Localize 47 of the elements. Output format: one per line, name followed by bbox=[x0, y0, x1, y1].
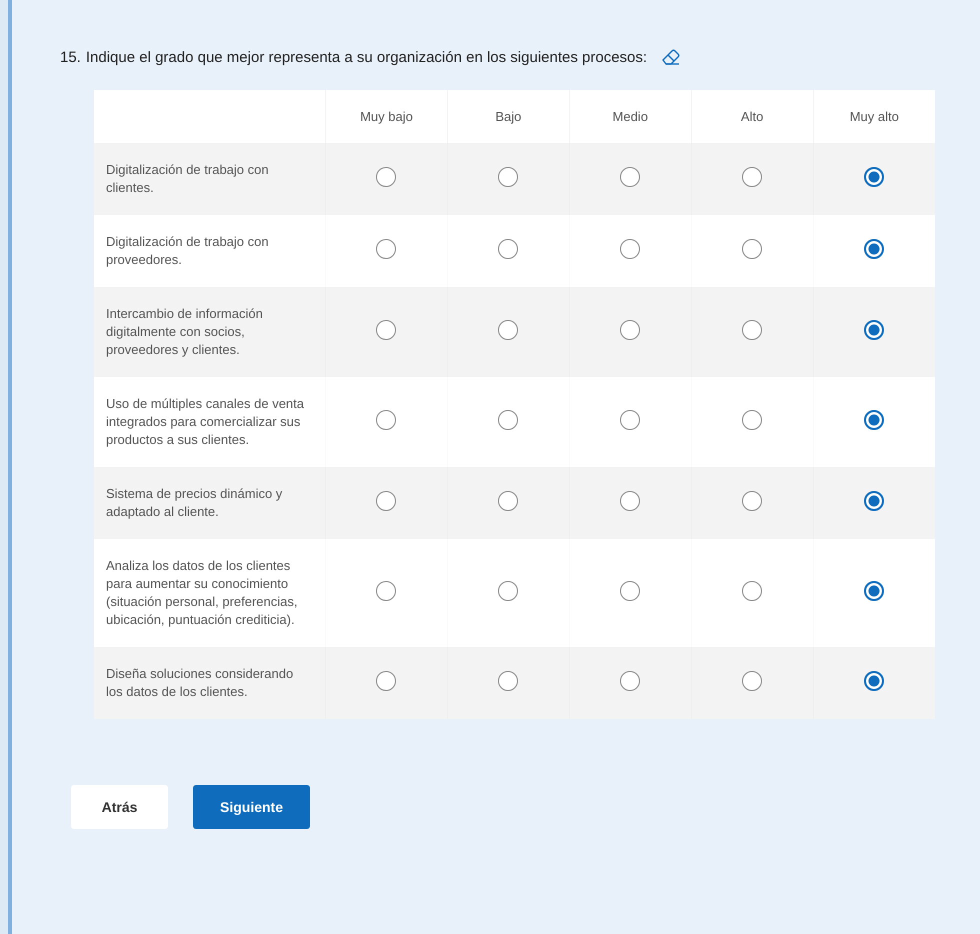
radio-button[interactable] bbox=[376, 670, 396, 690]
radio-button[interactable] bbox=[864, 410, 884, 430]
radio-button[interactable] bbox=[864, 670, 884, 690]
radio-button[interactable] bbox=[498, 410, 518, 430]
next-button[interactable]: Siguiente bbox=[193, 785, 310, 829]
radio-button[interactable] bbox=[620, 410, 640, 430]
radio-button[interactable] bbox=[620, 320, 640, 340]
radio-button[interactable] bbox=[498, 238, 518, 258]
radio-button[interactable] bbox=[742, 490, 762, 510]
radio-button[interactable] bbox=[864, 238, 884, 258]
row-label: Uso de múltiples canales de venta integrados para comercializar sus productos a sus clientes. bbox=[94, 377, 326, 467]
radio-button[interactable] bbox=[864, 580, 884, 600]
radio-button[interactable] bbox=[742, 670, 762, 690]
question-text: Indique el grado que mejor representa a su organización en los siguientes procesos: bbox=[86, 48, 648, 66]
radio-button[interactable] bbox=[498, 670, 518, 690]
eraser-icon[interactable] bbox=[660, 47, 682, 67]
radio-button[interactable] bbox=[376, 580, 396, 600]
radio-button[interactable] bbox=[498, 166, 518, 186]
row-label: Sistema de precios dinámico y adaptado al cliente. bbox=[94, 467, 326, 539]
radio-button[interactable] bbox=[742, 320, 762, 340]
radio-button[interactable] bbox=[742, 166, 762, 186]
row-label: Digitalización de trabajo con clientes. bbox=[94, 143, 326, 215]
radio-button[interactable] bbox=[376, 166, 396, 186]
radio-button[interactable] bbox=[620, 166, 640, 186]
row-label: Analiza los datos de los clientes para aumentar su conocimiento (situación personal, preferencias, ubicación, puntuación crediticia). bbox=[94, 539, 326, 647]
radio-button[interactable] bbox=[376, 410, 396, 430]
radio-button[interactable] bbox=[864, 320, 884, 340]
radio-button[interactable] bbox=[864, 166, 884, 186]
radio-button[interactable] bbox=[742, 238, 762, 258]
radio-button[interactable] bbox=[620, 238, 640, 258]
row-label: Intercambio de información digitalmente con socios, proveedores y clientes. bbox=[94, 287, 326, 377]
radio-button[interactable] bbox=[742, 410, 762, 430]
radio-button[interactable] bbox=[620, 490, 640, 510]
radio-button[interactable] bbox=[498, 490, 518, 510]
radio-button[interactable] bbox=[742, 580, 762, 600]
radio-button[interactable] bbox=[376, 490, 396, 510]
row-label: Digitalización de trabajo con proveedores. bbox=[94, 215, 326, 287]
radio-button[interactable] bbox=[620, 580, 640, 600]
back-button[interactable]: Atrás bbox=[71, 785, 168, 829]
radio-button[interactable] bbox=[864, 490, 884, 510]
radio-button[interactable] bbox=[498, 320, 518, 340]
row-label: Diseña soluciones considerando los datos de los clientes. bbox=[94, 647, 326, 719]
radio-button[interactable] bbox=[498, 580, 518, 600]
radio-button[interactable] bbox=[376, 320, 396, 340]
radio-button[interactable] bbox=[376, 238, 396, 258]
radio-button[interactable] bbox=[620, 670, 640, 690]
question-number: 15. bbox=[60, 48, 81, 66]
